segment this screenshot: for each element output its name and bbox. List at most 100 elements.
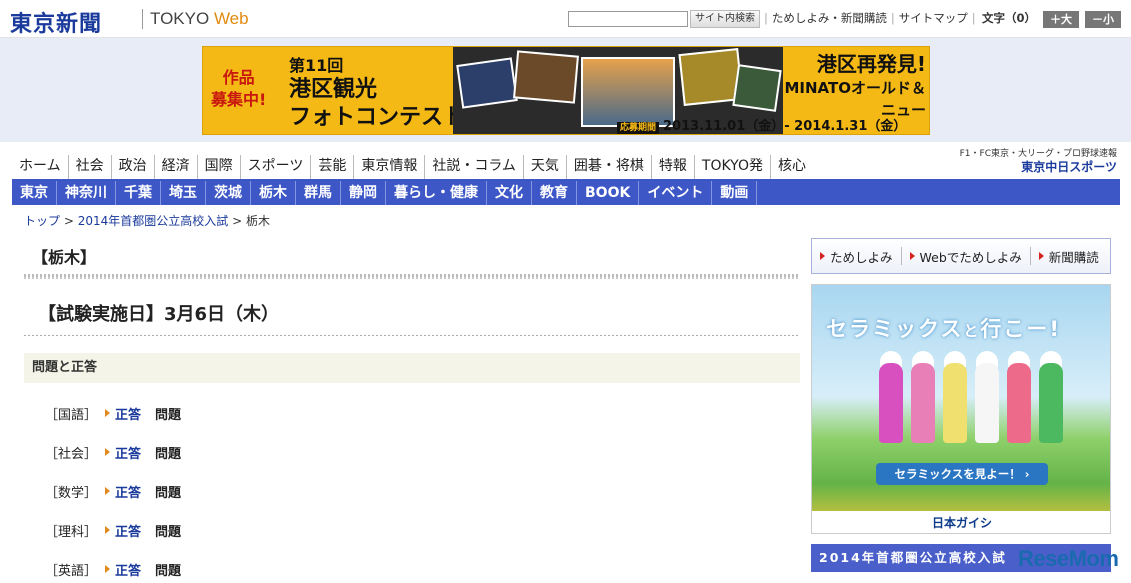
- subscribe-link[interactable]: 新聞購読: [1049, 247, 1099, 266]
- tokyo-web-logo[interactable]: TOKYO Web: [150, 9, 249, 29]
- answer-link[interactable]: 正答: [115, 521, 141, 540]
- arrow-icon: [105, 565, 110, 573]
- web-trial-link[interactable]: Webでためしよみ: [920, 247, 1022, 266]
- subnav-kanagawa[interactable]: 神奈川: [57, 181, 116, 205]
- breadcrumb-home[interactable]: トップ: [24, 214, 60, 228]
- font-size-label: 文字（0）: [982, 11, 1037, 25]
- link-separator: [1029, 247, 1031, 265]
- question-link[interactable]: 問題: [155, 404, 181, 423]
- breadcrumb-parent[interactable]: 2014年首都圏公立高校入試: [78, 214, 229, 228]
- font-smaller-button[interactable]: －小: [1085, 11, 1121, 28]
- title-divider: [24, 277, 800, 279]
- subnav-tokyo[interactable]: 東京: [12, 181, 57, 205]
- arrow-icon: [105, 487, 110, 495]
- breadcrumb: トップ > 2014年首都圏公立高校入試 > 栃木: [24, 212, 270, 229]
- banner-rediscover: 港区再発見!: [816, 52, 926, 76]
- resemom-watermark: ReseMom: [1018, 546, 1119, 571]
- ad-headline-2: と: [963, 322, 981, 340]
- subnav-culture[interactable]: 文化: [487, 181, 532, 205]
- question-link[interactable]: 問題: [155, 521, 181, 540]
- subnav-saitama[interactable]: 埼玉: [161, 181, 206, 205]
- nav-special[interactable]: 特報: [652, 155, 695, 179]
- chunichi-logo: 東京中日スポーツ: [1021, 160, 1117, 174]
- ad-figure: [911, 363, 935, 443]
- banner-subtitle: 港区再発見! MINATOオールド＆ニュー: [778, 51, 927, 121]
- nav-go-shogi[interactable]: 囲碁・将棋: [567, 155, 652, 179]
- subject-row-english: ［英語］ 正答 問題: [45, 559, 181, 579]
- link-separator: |: [764, 11, 768, 25]
- nav-economy[interactable]: 経済: [155, 155, 198, 179]
- logo-divider: [142, 9, 143, 29]
- subnav-tochigi[interactable]: 栃木: [251, 181, 296, 205]
- banner-title-1: 港区観光: [289, 77, 378, 102]
- answer-link[interactable]: 正答: [115, 560, 141, 579]
- top-header: 東京新聞 TOKYO Web サイト内検索 | ためしよみ・新聞購読 | サイトマップ…: [0, 0, 1131, 38]
- arrow-icon: [909, 252, 915, 260]
- nav-home[interactable]: ホーム: [12, 155, 69, 179]
- link-separator: [900, 247, 902, 265]
- nav-weather[interactable]: 天気: [524, 155, 567, 179]
- answer-link[interactable]: 正答: [115, 443, 141, 462]
- logo-sub-web: Web: [213, 9, 249, 28]
- question-link[interactable]: 問題: [155, 443, 181, 462]
- ngk-advertisement[interactable]: セラミックスと行こー! セラミックスを見よー！ › 日本ガイシ: [811, 284, 1111, 534]
- chunichi-sports-link[interactable]: F1・FC東京・大リーグ・プロ野球速報 東京中日スポーツ: [960, 148, 1117, 174]
- header-links: | ためしよみ・新聞購読 | サイトマップ |: [760, 10, 980, 26]
- nav-entertainment[interactable]: 芸能: [311, 155, 355, 179]
- photo-contest-banner[interactable]: 作品 募集中! 第11回 港区観光 フォトコンテスト 港区再発見! MINATO…: [202, 46, 930, 135]
- answer-link[interactable]: 正答: [115, 404, 141, 423]
- question-link[interactable]: 問題: [155, 482, 181, 501]
- link-separator: |: [971, 11, 976, 25]
- subnav-gunma[interactable]: 群馬: [296, 181, 341, 205]
- subject-name: ［理科］: [45, 524, 98, 540]
- site-search-button[interactable]: サイト内検索: [690, 10, 760, 28]
- nav-kakushin[interactable]: 核心: [771, 155, 813, 179]
- nav-politics[interactable]: 政治: [112, 155, 155, 179]
- subnav-chiba[interactable]: 千葉: [116, 181, 161, 205]
- banner-photo: [732, 64, 782, 112]
- nav-editorial[interactable]: 社説・コラム: [425, 155, 524, 179]
- question-link[interactable]: 問題: [155, 560, 181, 579]
- page-title: 【栃木】: [32, 248, 97, 267]
- nav-society[interactable]: 社会: [69, 155, 112, 179]
- banner-period-label: 応募期間: [617, 122, 660, 134]
- ad-headline: セラミックスと行こー!: [826, 313, 1061, 343]
- subject-name: ［英語］: [45, 563, 98, 579]
- nav-tokyo-hatsu[interactable]: TOKYO発: [695, 155, 771, 179]
- arrow-icon: [105, 448, 110, 456]
- ad-brand-logo: 日本ガイシ: [812, 511, 1110, 533]
- banner-area: 作品 募集中! 第11回 港区観光 フォトコンテスト 港区再発見! MINATO…: [0, 38, 1131, 142]
- ad-headline-3: 行こー!: [980, 317, 1061, 341]
- site-search-input[interactable]: [568, 11, 688, 27]
- link-sitemap[interactable]: サイトマップ: [899, 11, 968, 25]
- date-divider: [24, 335, 800, 336]
- banner-title-2: フォトコンテスト: [289, 105, 466, 130]
- nav-sports[interactable]: スポーツ: [241, 155, 312, 179]
- arrow-icon: [1038, 252, 1044, 260]
- answer-link[interactable]: 正答: [115, 482, 141, 501]
- subnav-book[interactable]: BOOK: [577, 181, 640, 205]
- subnav-video[interactable]: 動画: [712, 181, 758, 205]
- subnav-life-health[interactable]: 暮らし・健康: [386, 181, 487, 205]
- main-nav: ホーム 社会 政治 経済 国際 スポーツ 芸能 東京情報 社説・コラム 天気 囲…: [12, 155, 813, 179]
- ad-cta-button[interactable]: セラミックスを見よー！ ›: [876, 463, 1048, 485]
- banner-period-dates: 2013.11.01（金）- 2014.1.31（金）: [663, 119, 907, 134]
- exam-date: 【試験実施日】3月6日（木）: [38, 304, 280, 325]
- link-trial-subscribe[interactable]: ためしよみ・新聞購読: [772, 11, 887, 25]
- font-bigger-button[interactable]: ＋大: [1043, 11, 1079, 28]
- subnav-event[interactable]: イベント: [639, 181, 713, 205]
- breadcrumb-separator: >: [60, 214, 78, 228]
- nav-tokyo-info[interactable]: 東京情報: [354, 155, 426, 179]
- subnav-ibaraki[interactable]: 茨城: [206, 181, 251, 205]
- subnav-shizuoka[interactable]: 静岡: [341, 181, 386, 205]
- banner-photo: [513, 50, 579, 104]
- breadcrumb-current: 栃木: [245, 214, 270, 228]
- trial-read-link[interactable]: ためしよみ: [830, 247, 893, 266]
- subnav-education[interactable]: 教育: [532, 181, 577, 205]
- subject-name: ［数学］: [45, 485, 98, 501]
- subject-row-math: ［数学］ 正答 問題: [45, 481, 181, 501]
- nav-international[interactable]: 国際: [198, 155, 241, 179]
- banner-photo: [456, 57, 518, 109]
- subject-row-social: ［社会］ 正答 問題: [45, 442, 181, 462]
- site-logo[interactable]: 東京新聞: [10, 6, 102, 38]
